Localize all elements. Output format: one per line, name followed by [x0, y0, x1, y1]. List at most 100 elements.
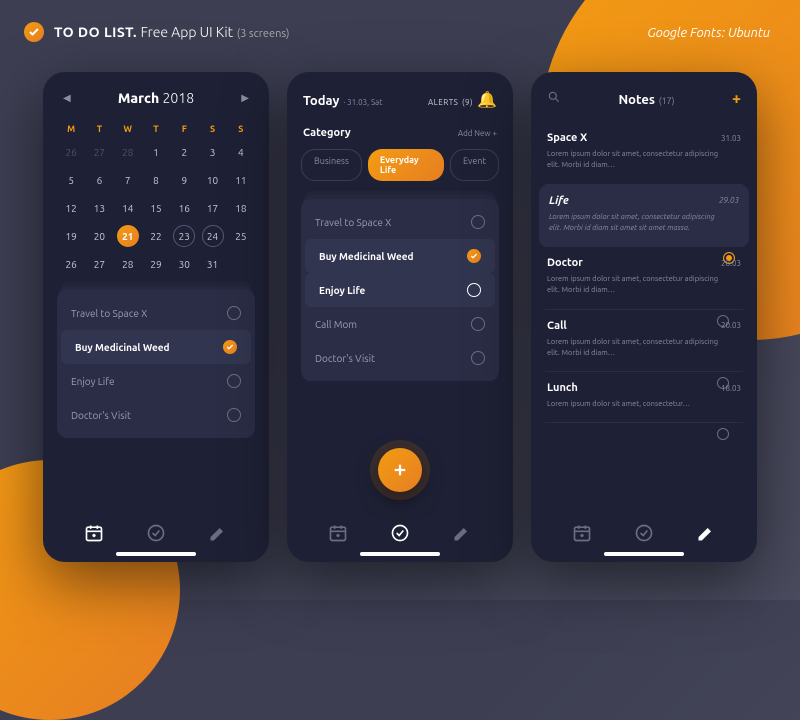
day-cell[interactable]: 13	[85, 196, 113, 220]
note-item[interactable]: Life29.03Lorem ipsum dolor sit amet, con…	[539, 185, 749, 248]
day-cell[interactable]: 29	[142, 252, 170, 276]
note-marker-icon[interactable]	[717, 428, 729, 440]
day-cell[interactable]: 6	[85, 168, 113, 192]
note-title: Space X	[547, 132, 587, 144]
task-row[interactable]: Enjoy Life	[57, 364, 255, 398]
day-cell[interactable]: 28	[114, 140, 142, 164]
prev-month-icon[interactable]: ◀	[63, 92, 71, 104]
check-circle-icon[interactable]	[389, 522, 411, 544]
day-cell[interactable]: 7	[114, 168, 142, 192]
day-cell[interactable]: 26	[57, 140, 85, 164]
add-note-button[interactable]: +	[732, 90, 741, 108]
day-cell[interactable]: 15	[142, 196, 170, 220]
tab-bar	[43, 522, 269, 544]
task-row[interactable]: Enjoy Life	[305, 273, 495, 307]
page-subtitle: Free App UI Kit	[141, 24, 233, 40]
pencil-icon[interactable]	[451, 522, 473, 544]
add-new-button[interactable]: Add New +	[458, 129, 497, 138]
day-cell[interactable]: 25	[227, 224, 255, 248]
unchecked-icon[interactable]	[227, 306, 241, 320]
day-cell[interactable]: 8	[142, 168, 170, 192]
day-cell[interactable]: 9	[170, 168, 198, 192]
calendar-title: March 2018	[118, 90, 194, 106]
check-circle-icon[interactable]	[145, 522, 167, 544]
day-cell[interactable]: 21	[117, 225, 139, 247]
weekday-row: MTWTFSS	[57, 118, 255, 140]
unchecked-icon[interactable]	[471, 317, 485, 331]
day-cell[interactable]: 27	[85, 252, 113, 276]
task-row[interactable]: Doctor's Visit	[301, 341, 499, 375]
calendar-add-icon[interactable]	[83, 522, 105, 544]
unchecked-icon[interactable]	[227, 374, 241, 388]
search-icon[interactable]	[547, 90, 561, 108]
home-indicator	[116, 552, 196, 556]
alerts-button[interactable]: ALERTS (9)🔔	[428, 90, 497, 109]
task-row[interactable]: Travel to Space X	[301, 205, 499, 239]
next-month-icon[interactable]: ▶	[241, 92, 249, 104]
day-cell[interactable]: 19	[57, 224, 85, 248]
screen-notes: Notes (17) + Space X31.03Lorem ipsum dol…	[531, 72, 757, 562]
weekday: W	[114, 124, 142, 134]
day-cell[interactable]: 30	[170, 252, 198, 276]
day-cell[interactable]: 26	[57, 252, 85, 276]
day-cell[interactable]: 27	[85, 140, 113, 164]
page-header: TO DO LIST. Free App UI Kit (3 screens)	[24, 22, 289, 42]
bell-icon: 🔔	[477, 91, 497, 109]
category-chips: BusinessEveryday LifeEvent	[301, 149, 499, 181]
unchecked-icon[interactable]	[471, 215, 485, 229]
day-cell[interactable]: 3	[198, 140, 226, 164]
day-cell[interactable]: 1	[142, 140, 170, 164]
category-chip[interactable]: Everyday Life	[368, 149, 444, 181]
task-label: Call Mom	[315, 319, 357, 330]
day-cell[interactable]: 5	[57, 168, 85, 192]
day-cell[interactable]: 11	[227, 168, 255, 192]
checked-icon[interactable]	[223, 340, 237, 354]
calendar-grid[interactable]: 2627281234567891011121314151617181920212…	[57, 140, 255, 276]
task-row[interactable]: Call Mom	[301, 307, 499, 341]
day-cell[interactable]: 4	[227, 140, 255, 164]
day-cell[interactable]: 28	[114, 252, 142, 276]
day-cell[interactable]: 10	[198, 168, 226, 192]
note-item[interactable]: Lunch18.03Lorem ipsum dolor sit amet, co…	[545, 372, 743, 423]
day-cell[interactable]: 16	[170, 196, 198, 220]
unchecked-icon[interactable]	[471, 351, 485, 365]
unchecked-icon[interactable]	[467, 283, 481, 297]
note-body: Lorem ipsum dolor sit amet, consectetur…	[547, 399, 741, 410]
note-date: 18.03	[721, 384, 741, 393]
day-cell[interactable]: 23	[173, 225, 195, 247]
day-cell[interactable]: 17	[198, 196, 226, 220]
day-cell[interactable]: 12	[57, 196, 85, 220]
day-cell[interactable]: 14	[114, 196, 142, 220]
day-cell[interactable]: 18	[227, 196, 255, 220]
day-cell[interactable]: 31	[198, 252, 226, 276]
unchecked-icon[interactable]	[227, 408, 241, 422]
pencil-icon[interactable]	[207, 522, 229, 544]
note-item[interactable]: Space X31.03Lorem ipsum dolor sit amet, …	[545, 122, 743, 185]
note-item[interactable]: Doctor28.03Lorem ipsum dolor sit amet, c…	[545, 247, 743, 310]
add-task-fab[interactable]	[378, 448, 422, 492]
day-cell[interactable]: 2	[170, 140, 198, 164]
day-cell[interactable]: 20	[85, 224, 113, 248]
notes-count: (17)	[659, 96, 675, 106]
weekday: T	[142, 124, 170, 134]
weekday: S	[227, 124, 255, 134]
task-label: Travel to Space X	[71, 308, 147, 319]
task-row[interactable]: Buy Medicinal Weed	[305, 239, 495, 273]
calendar-add-icon[interactable]	[327, 522, 349, 544]
task-label: Enjoy Life	[71, 376, 115, 387]
task-row[interactable]: Travel to Space X	[57, 296, 255, 330]
calendar-add-icon[interactable]	[571, 522, 593, 544]
task-row[interactable]: Buy Medicinal Weed	[61, 330, 251, 364]
checked-icon[interactable]	[467, 249, 481, 263]
day-cell[interactable]: 22	[142, 224, 170, 248]
task-row[interactable]: Doctor's Visit	[57, 398, 255, 432]
check-circle-icon[interactable]	[633, 522, 655, 544]
day-cell[interactable]: 24	[202, 225, 224, 247]
category-chip[interactable]: Event	[450, 149, 499, 181]
category-label: Category	[303, 127, 351, 139]
pencil-icon[interactable]	[695, 522, 717, 544]
note-item[interactable]: Call20.03Lorem ipsum dolor sit amet, con…	[545, 310, 743, 373]
notes-title: Notes	[618, 93, 655, 107]
category-chip[interactable]: Business	[301, 149, 362, 181]
note-body: Lorem ipsum dolor sit amet, consectetur …	[547, 337, 741, 360]
